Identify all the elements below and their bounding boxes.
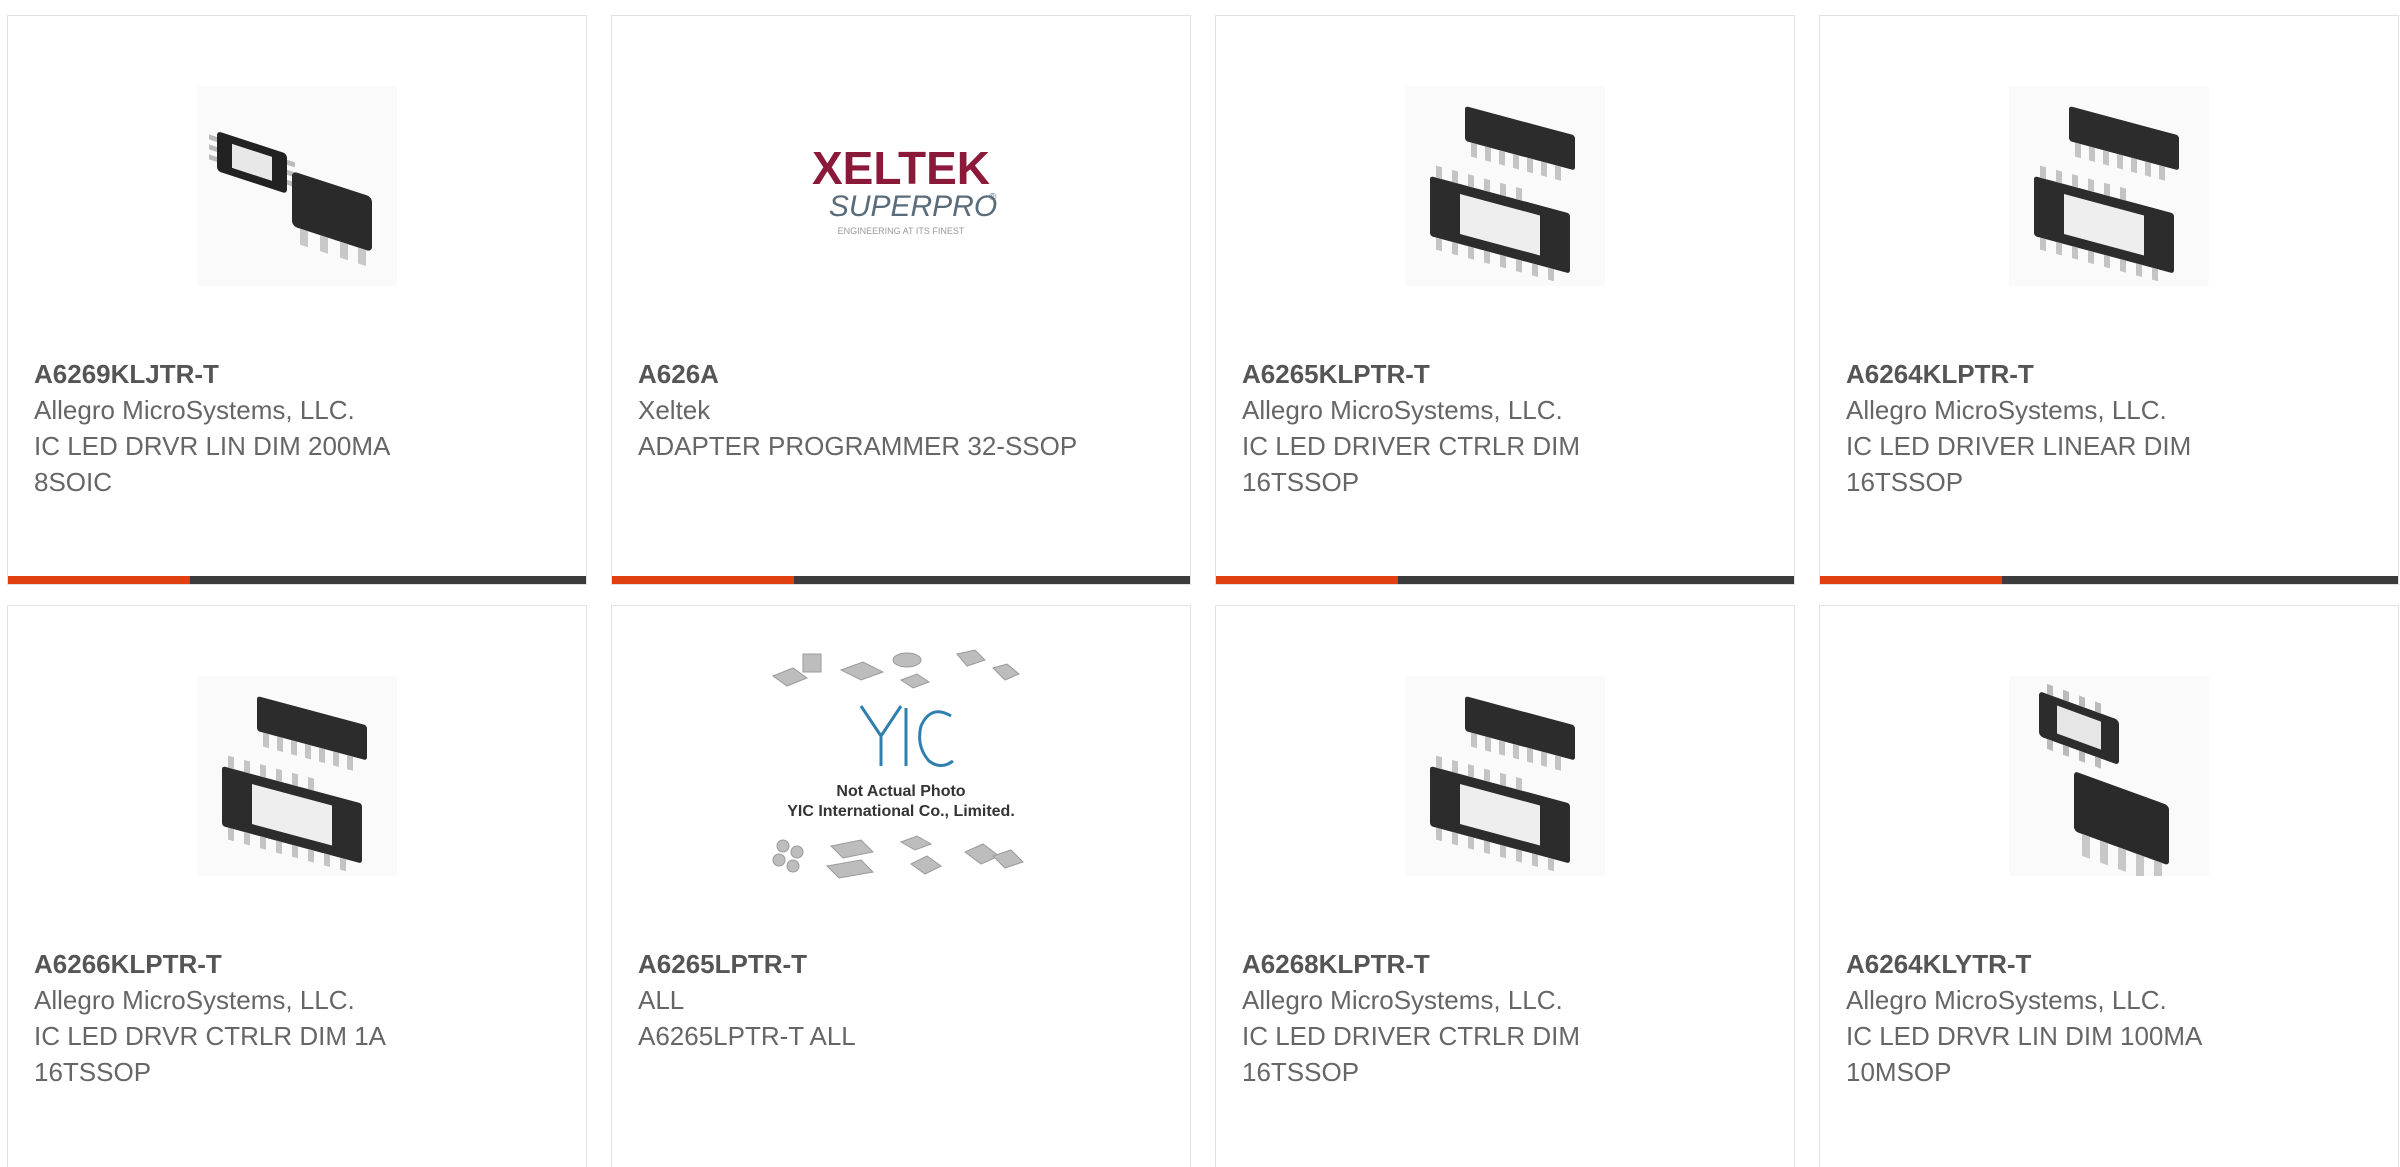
product-card[interactable]: A6264KLPTR-T Allegro MicroSystems, LLC. …	[1819, 15, 2399, 585]
product-card[interactable]: Not Actual Photo YIC International Co., …	[611, 605, 1191, 1167]
product-info: A626A Xeltek ADAPTER PROGRAMMER 32-SSOP	[638, 356, 1077, 464]
accent-segment	[8, 576, 190, 584]
accent-segment	[612, 576, 794, 584]
part-number[interactable]: A6265KLPTR-T	[1242, 356, 1662, 392]
tssop-16-chip-icon	[197, 676, 397, 876]
product-image[interactable]	[8, 606, 586, 946]
product-image[interactable]	[1820, 16, 2398, 356]
product-info: A6265LPTR-T ALL A6265LPTR-T ALL	[638, 946, 1058, 1054]
part-number[interactable]: A6264KLPTR-T	[1846, 356, 2266, 392]
product-card[interactable]: XELTEK SUPERPRO ® ENGINEERING AT ITS FIN…	[611, 15, 1191, 585]
svg-text:SUPERPRO: SUPERPRO	[829, 190, 997, 223]
svg-text:YIC International Co., Limited: YIC International Co., Limited.	[787, 803, 1015, 820]
description: IC LED DRVR LIN DIM 200MA 8SOIC	[34, 431, 389, 497]
product-card[interactable]: A6268KLPTR-T Allegro MicroSystems, LLC. …	[1215, 605, 1795, 1167]
product-image[interactable]	[1216, 606, 1794, 946]
product-grid: A6269KLJTR-T Allegro MicroSystems, LLC. …	[0, 0, 2400, 1167]
product-image[interactable]: XELTEK SUPERPRO ® ENGINEERING AT ITS FIN…	[612, 16, 1190, 356]
svg-text:ENGINEERING AT ITS FINEST: ENGINEERING AT ITS FINEST	[838, 226, 965, 236]
part-number[interactable]: A6264KLYTR-T	[1846, 946, 2266, 982]
description: A6265LPTR-T ALL	[638, 1021, 856, 1051]
svg-text:®: ®	[989, 192, 997, 203]
msop-10-chip-icon	[2009, 676, 2209, 876]
product-image[interactable]	[1216, 16, 1794, 356]
product-card[interactable]: A6265KLPTR-T Allegro MicroSystems, LLC. …	[1215, 15, 1795, 585]
accent-segment	[1820, 576, 2002, 584]
tssop-16-chip-icon	[2009, 86, 2209, 286]
product-image[interactable]	[8, 16, 586, 356]
part-number[interactable]: A6265LPTR-T	[638, 946, 1058, 982]
product-info: A6266KLPTR-T Allegro MicroSystems, LLC. …	[34, 946, 454, 1090]
part-number[interactable]: A6269KLJTR-T	[34, 356, 454, 392]
manufacturer: Allegro MicroSystems, LLC.	[1242, 395, 1563, 425]
tssop-16-chip-icon	[1405, 676, 1605, 876]
card-footer-bar	[1216, 576, 1794, 584]
xeltek-logo-icon: XELTEK SUPERPRO ® ENGINEERING AT ITS FIN…	[812, 142, 997, 236]
manufacturer: Allegro MicroSystems, LLC.	[1846, 985, 2167, 1015]
manufacturer: Allegro MicroSystems, LLC.	[34, 395, 355, 425]
accent-segment	[1216, 576, 1398, 584]
tssop-16-chip-icon	[1405, 86, 1605, 286]
part-number[interactable]: A6266KLPTR-T	[34, 946, 454, 982]
product-info: A6269KLJTR-T Allegro MicroSystems, LLC. …	[34, 356, 454, 500]
manufacturer: Allegro MicroSystems, LLC.	[34, 985, 355, 1015]
product-info: A6264KLPTR-T Allegro MicroSystems, LLC. …	[1846, 356, 2266, 500]
card-footer-bar	[1820, 576, 2398, 584]
description: IC LED DRIVER CTRLR DIM 16TSSOP	[1242, 431, 1581, 497]
card-footer-bar	[612, 576, 1190, 584]
description: IC LED DRIVER LINEAR DIM 16TSSOP	[1846, 431, 2192, 497]
description: ADAPTER PROGRAMMER 32-SSOP	[638, 431, 1078, 461]
product-info: A6265KLPTR-T Allegro MicroSystems, LLC. …	[1242, 356, 1662, 500]
description: IC LED DRVR CTRLR DIM 1A 16TSSOP	[34, 1021, 385, 1087]
description: IC LED DRVR LIN DIM 100MA 10MSOP	[1846, 1021, 2201, 1087]
product-info: A6268KLPTR-T Allegro MicroSystems, LLC. …	[1242, 946, 1662, 1090]
product-card[interactable]: A6269KLJTR-T Allegro MicroSystems, LLC. …	[7, 15, 587, 585]
manufacturer: ALL	[638, 985, 685, 1015]
manufacturer: Allegro MicroSystems, LLC.	[1846, 395, 2167, 425]
part-number[interactable]: A6268KLPTR-T	[1242, 946, 1662, 982]
yic-placeholder-icon: Not Actual Photo YIC International Co., …	[771, 649, 1024, 879]
product-image[interactable]	[1820, 606, 2398, 946]
soic-8-chip-icon	[197, 86, 397, 286]
manufacturer: Xeltek	[638, 395, 711, 425]
product-card[interactable]: A6266KLPTR-T Allegro MicroSystems, LLC. …	[7, 605, 587, 1167]
description: IC LED DRIVER CTRLR DIM 16TSSOP	[1242, 1021, 1581, 1087]
product-card[interactable]: A6264KLYTR-T Allegro MicroSystems, LLC. …	[1819, 605, 2399, 1167]
part-number[interactable]: A626A	[638, 356, 1058, 392]
card-footer-bar	[8, 576, 586, 584]
svg-text:XELTEK: XELTEK	[812, 142, 990, 194]
product-image[interactable]: Not Actual Photo YIC International Co., …	[612, 606, 1190, 946]
product-info: A6264KLYTR-T Allegro MicroSystems, LLC. …	[1846, 946, 2266, 1090]
svg-text:Not Actual Photo: Not Actual Photo	[836, 783, 965, 800]
manufacturer: Allegro MicroSystems, LLC.	[1242, 985, 1563, 1015]
